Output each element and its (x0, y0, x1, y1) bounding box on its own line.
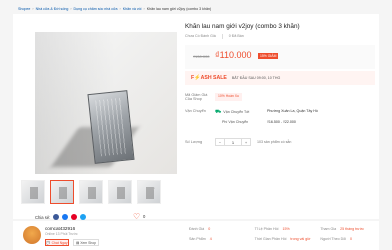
thumbnail[interactable] (108, 180, 132, 204)
ship-fee-label: Phí Vận Chuyển (222, 120, 249, 124)
view-shop-button[interactable]: ▤ Xem Shop (73, 239, 99, 246)
share-label: Chia sẻ: (35, 214, 51, 220)
divider (221, 34, 223, 39)
messenger-icon[interactable] (53, 214, 60, 220)
discount-badge: 15% GIẢM (258, 53, 279, 59)
stat-value: 0 (350, 237, 353, 241)
thumbnail[interactable] (21, 180, 45, 204)
chevron-right-icon: › (119, 7, 121, 11)
pinterest-icon[interactable] (71, 214, 78, 220)
facebook-icon[interactable] (62, 214, 69, 220)
chevron-right-icon[interactable]: › (153, 186, 159, 198)
breadcrumb-item[interactable]: Khăn và vòi (123, 7, 142, 11)
flash-sale-banner: F⚡ASH SALE BẮT ĐẦU SAU 09:00, 10 THG (185, 71, 375, 85)
share-row: Chia sẻ: (35, 214, 87, 220)
current-price: ₫110.000 (215, 50, 252, 60)
shop-stat: Thời Gian Phản Hồi trong vài giờ (255, 237, 311, 241)
shipping-label: Vận Chuyển (185, 109, 206, 113)
stat-label: Đánh Giá (189, 227, 205, 231)
product-main-image[interactable] (35, 32, 177, 174)
stat-label: Thời Gian Phản Hồi (254, 237, 287, 241)
stat-label: Sản Phẩm (189, 237, 206, 241)
thumbnail-active[interactable] (50, 180, 74, 204)
sold-text: 0 Đã Bán (228, 34, 244, 38)
shop-stat: Tham Gia 25 tháng trước (320, 227, 376, 231)
shop-stat: Người Theo Dõi 0 (320, 237, 376, 241)
like-row[interactable]: ♡ 0 (133, 213, 146, 221)
thumbnail[interactable] (79, 180, 103, 204)
product-card: › Chia sẻ: ♡ 0 Khăn lau nam giới v2joy (… (13, 14, 379, 221)
store-icon: ▤ (75, 240, 80, 245)
breadcrumb-item[interactable]: Shopee (18, 7, 30, 11)
product-info: Khăn lau nam giới v2joy (combo 3 khăn) C… (185, 23, 375, 146)
shop-name: comcat432916 (45, 226, 76, 231)
shop-stat: Đánh Giá 0 (189, 227, 245, 231)
shop-avatar[interactable] (23, 226, 41, 244)
view-shop-label: Xem Shop (80, 240, 97, 245)
thumbnail-strip (21, 180, 161, 204)
stat-label: Người Theo Dõi (320, 237, 347, 241)
stock-text: 103 sản phẩm có sẵn (257, 140, 292, 144)
rating-text: Chưa Có Đánh Giá (185, 34, 216, 38)
breadcrumb-current: Khăn lau nam giới v2joy (combo 3 khăn) (146, 7, 212, 11)
chat-now-button[interactable]: 💬 Chat Ngay (45, 239, 69, 246)
flash-sale-time: BẮT ĐẦU SAU 09:00, 10 THG (231, 76, 281, 80)
shop-online-status: Online 13 Phút Trước (45, 232, 78, 236)
stat-value: trong vài giờ (290, 237, 311, 241)
shop-stat: Sản Phẩm 4 (189, 237, 245, 241)
increment-button[interactable]: + (241, 138, 251, 146)
quantity-row: Số Lượng − 1 + 103 sản phẩm có sẵn (185, 138, 375, 146)
truck-icon: ⛟ (215, 109, 222, 115)
quantity-input[interactable]: 1 (225, 138, 241, 146)
chevron-right-icon: › (143, 7, 145, 11)
ship-to-value[interactable]: Phường Xuân La, Quận Tây Hồ (267, 109, 318, 116)
chat-label: Chat Ngay (51, 240, 68, 245)
voucher-label: Mã Giảm Giá Của Shop (185, 93, 208, 101)
stat-value: 0 (208, 227, 211, 231)
shop-stat: Tỉ Lệ Phản Hồi 15% (255, 227, 311, 231)
stat-value: 4 (209, 237, 212, 241)
breadcrumb: Shopee › Nhà cửa & Đời sống › Dụng cụ ch… (18, 5, 211, 13)
chevron-right-icon: › (70, 7, 72, 11)
heart-icon[interactable]: ♡ (133, 213, 140, 221)
quantity-label: Số Lượng (185, 140, 203, 144)
product-meta: Chưa Có Đánh Giá 0 Đã Bán (185, 34, 375, 39)
shipping-row: Vận Chuyển ⛟ Vận Chuyển Tới Phường Xuân L… (185, 109, 375, 124)
twitter-icon[interactable] (80, 214, 87, 220)
decrement-button[interactable]: − (215, 138, 225, 146)
price-box: ₫130.000 ₫110.000 15% GIẢM (185, 45, 375, 69)
flash-sale-label: F⚡ASH SALE (191, 75, 227, 81)
shop-stats: Đánh Giá 0 Tỉ Lệ Phản Hồi 15% Tham Gia 25 t… (189, 227, 376, 241)
stat-label: Tham Gia (320, 227, 337, 231)
ship-to-label: Vận Chuyển Tới (223, 110, 250, 114)
breadcrumb-item[interactable]: Nhà cửa & Đời sống (36, 7, 69, 11)
box-texture (95, 97, 127, 157)
ship-fee-value[interactable]: ₫16.500 - ₫22.000 (267, 120, 318, 124)
stat-value: 15% (282, 227, 290, 231)
quantity-stepper: − 1 + (215, 138, 251, 146)
product-title: Khăn lau nam giới v2joy (combo 3 khăn) (185, 23, 300, 30)
breadcrumb-item[interactable]: Dụng cụ chăm sóc nhà cửa (74, 7, 118, 11)
stat-label: Tỉ Lệ Phản Hồi (254, 227, 279, 231)
stat-value: 25 tháng trước (340, 227, 364, 231)
like-count: 0 (143, 214, 146, 219)
voucher-row: Mã Giảm Giá Của Shop 10% Hoàn Xu (185, 93, 375, 101)
shipping-details: ⛟ Vận Chuyển Tới Phường Xuân La, Quận Tây… (215, 109, 318, 124)
product-box (87, 90, 135, 164)
voucher-chip[interactable]: 10% Hoàn Xu (215, 93, 242, 101)
chevron-right-icon: › (32, 7, 34, 11)
shop-card: comcat432916 Online 13 Phút Trước 💬 Chat… (13, 221, 379, 250)
old-price: ₫130.000 (193, 54, 210, 59)
chat-icon: 💬 (46, 240, 51, 245)
